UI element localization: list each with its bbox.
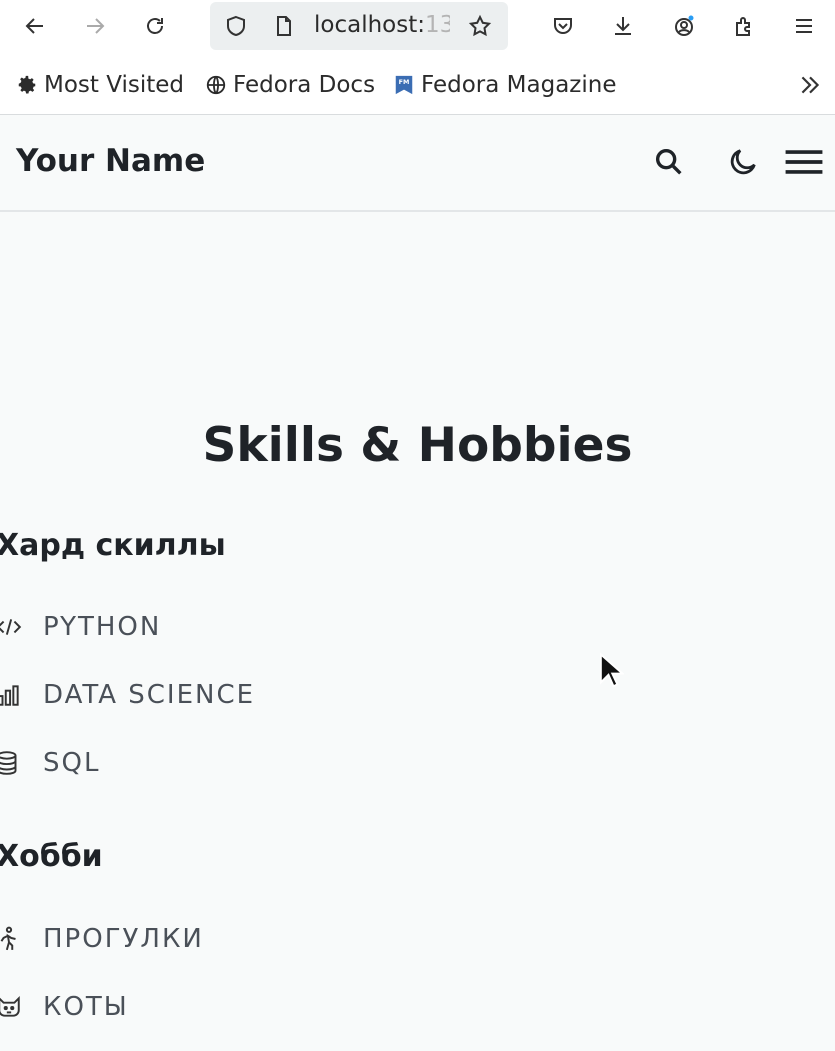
list-item-python: PYTHON bbox=[0, 610, 161, 644]
item-label: PYTHON bbox=[43, 612, 162, 642]
moon-icon[interactable] bbox=[726, 145, 760, 179]
bar-chart-icon bbox=[0, 681, 24, 709]
back-arrow-icon[interactable] bbox=[17, 8, 53, 44]
app-menu-icon[interactable] bbox=[786, 8, 822, 44]
gear-icon bbox=[18, 75, 36, 94]
reload-icon[interactable] bbox=[137, 8, 173, 44]
chevron-double-right-icon[interactable] bbox=[797, 72, 823, 98]
item-label: SQL bbox=[43, 748, 101, 778]
bookmark-fedora-magazine[interactable]: FM Fedora Magazine bbox=[393, 72, 616, 98]
bookmark-label: Fedora Docs bbox=[233, 72, 376, 98]
bookmark-fedora-docs[interactable]: Fedora Docs bbox=[205, 72, 375, 98]
section-title-hard-skills: Хард скиллы bbox=[0, 528, 226, 563]
item-label: DATA SCIENCE bbox=[43, 680, 256, 710]
globe-icon bbox=[206, 75, 226, 95]
account-icon[interactable] bbox=[666, 8, 702, 44]
page-heading: Skills & Hobbies bbox=[202, 418, 633, 473]
site-title[interactable]: Your Name bbox=[16, 143, 205, 179]
bookmark-most-visited[interactable]: Most Visited bbox=[16, 72, 184, 98]
cat-icon bbox=[0, 993, 24, 1021]
bookmark-star-icon[interactable] bbox=[468, 14, 492, 38]
bookmark-label: Most Visited bbox=[44, 72, 184, 98]
pocket-icon[interactable] bbox=[545, 8, 581, 44]
bookmark-label: Fedora Magazine bbox=[421, 72, 617, 98]
browser-toolbar: localhost:13 bbox=[0, 0, 835, 56]
list-item-data-science: DATA SCIENCE bbox=[0, 678, 255, 712]
download-icon[interactable] bbox=[605, 8, 641, 44]
section-title-hobbies: Хобби bbox=[0, 839, 103, 874]
item-label: ПРОГУЛКИ bbox=[43, 924, 204, 954]
bookmarks-bar: Most Visited Fedora Docs FM Fedora Magaz… bbox=[0, 56, 835, 115]
database-icon bbox=[0, 749, 24, 777]
extensions-icon[interactable] bbox=[726, 8, 762, 44]
hamburger-menu-icon[interactable] bbox=[782, 145, 826, 179]
walking-icon bbox=[0, 925, 24, 953]
url-bar[interactable]: localhost:13 bbox=[210, 2, 508, 50]
url-text[interactable]: localhost:13 bbox=[314, 12, 450, 38]
code-icon bbox=[0, 613, 24, 641]
fedora-magazine-icon: FM bbox=[395, 75, 413, 95]
svg-text:FM: FM bbox=[399, 78, 410, 86]
item-label: КОТЫ bbox=[43, 992, 129, 1022]
shield-icon[interactable] bbox=[224, 14, 248, 38]
page-info-icon[interactable] bbox=[272, 14, 296, 38]
search-icon[interactable] bbox=[652, 145, 686, 179]
list-item-walks: ПРОГУЛКИ bbox=[0, 922, 204, 956]
forward-arrow-icon[interactable] bbox=[77, 8, 113, 44]
site-header: Your Name bbox=[0, 115, 835, 212]
list-item-cats: КОТЫ bbox=[0, 990, 129, 1024]
list-item-sql: SQL bbox=[0, 746, 100, 780]
mouse-cursor-icon bbox=[599, 652, 624, 688]
